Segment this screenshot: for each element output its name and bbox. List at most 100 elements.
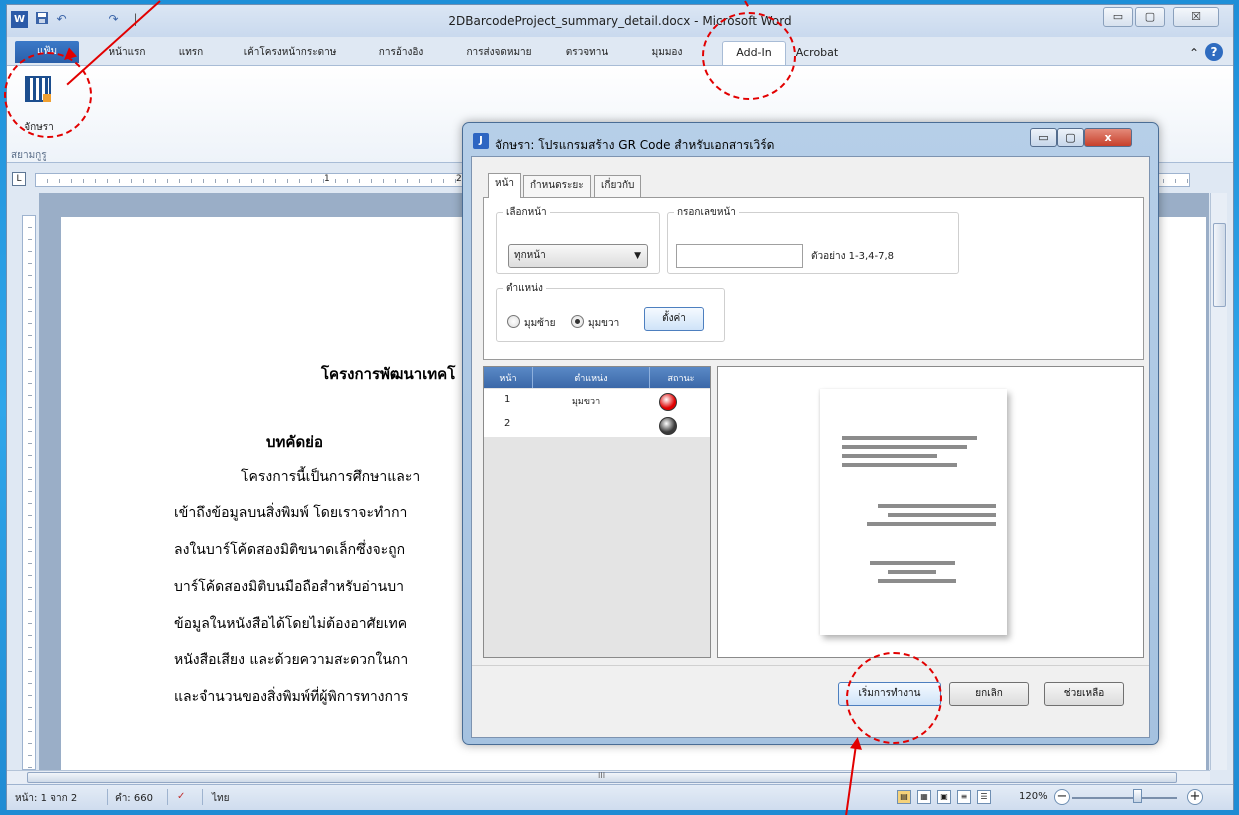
- zoom-slider-track[interactable]: [1072, 797, 1177, 799]
- scroll-grip: III: [598, 771, 606, 780]
- set-value-button[interactable]: ตั้งค่า: [644, 307, 704, 331]
- page-preview-panel: [717, 366, 1144, 658]
- position-group: ตำแหน่ง มุมซ้าย มุมขวา ตั้งค่า: [496, 281, 725, 342]
- preview-text-line: [888, 570, 936, 574]
- tab-insert[interactable]: แทรก: [169, 42, 213, 64]
- ribbon-tabs: แฟ้ม หน้าแรก แทรก เค้าโครงหน้ากระดาษ การ…: [7, 37, 1233, 65]
- ruler-mark-1: 1: [324, 174, 330, 184]
- help-button[interactable]: ช่วยเหลือ: [1044, 682, 1124, 706]
- grid-header-page: หน้า: [499, 374, 517, 384]
- row-page: 2: [504, 418, 511, 429]
- grid-header-status: สถานะ: [667, 374, 695, 384]
- tab-range[interactable]: กำหนดระยะ: [523, 175, 591, 197]
- document-line: หนังสือเสียง และด้วยความสะดวกในกา: [174, 652, 409, 668]
- annotation-arrow-head: [850, 736, 864, 750]
- annotation-circle-addin-tab: [702, 12, 796, 100]
- tab-references[interactable]: การอ้างอิง: [363, 42, 439, 64]
- abstract-title: บทคัดย่อ: [266, 433, 323, 451]
- dialog-button-bar: เริ่มการทำงาน ยกเลิก ช่วยเหลือ: [472, 665, 1149, 737]
- horizontal-scrollbar[interactable]: III: [7, 770, 1210, 784]
- word-count[interactable]: คำ: 660: [115, 791, 153, 806]
- dialog-app-icon: J: [473, 133, 489, 149]
- document-line: ลงในบาร์โค้ดสองมิติขนาดเล็กซึ่งจะถูก: [174, 542, 406, 558]
- ribbon-group-label: สยามกูรู: [11, 150, 47, 161]
- preview-page: [820, 389, 1007, 635]
- radio-left-corner[interactable]: [507, 315, 520, 328]
- outline-view-icon[interactable]: ≡: [957, 790, 971, 804]
- document-line: บาร์โค้ดสองมิติบนมือถือสำหรับอ่านบา: [174, 579, 404, 595]
- preview-text-line: [870, 561, 955, 565]
- page-number-group: กรอกเลขหน้า ตัวอย่าง 1-3,4-7,8: [667, 205, 959, 274]
- tab-acrobat[interactable]: Acrobat: [789, 42, 845, 64]
- preview-text-line: [842, 445, 967, 449]
- zoom-slider-thumb[interactable]: [1133, 789, 1143, 803]
- dialog-body: หน้า กำหนดระยะ เกี่ยวกับ เลือกหน้า ทุกหน…: [471, 156, 1150, 738]
- page-tab-panel: เลือกหน้า ทุกหน้า ▼ กรอกเลขหน้า ตัวอย่าง…: [483, 197, 1144, 360]
- tab-page[interactable]: หน้า: [488, 173, 522, 198]
- annotation-circle-ribbon: [4, 52, 92, 138]
- zoom-in-button[interactable]: +: [1187, 789, 1203, 805]
- page-number-example: ตัวอย่าง 1-3,4-7,8: [811, 251, 895, 262]
- window-maximize-button[interactable]: ▢: [1135, 7, 1165, 27]
- ribbon-collapse-icon[interactable]: ⌃: [1187, 42, 1201, 64]
- select-page-group: เลือกหน้า ทุกหน้า ▼: [496, 205, 660, 274]
- preview-text-line: [842, 463, 957, 467]
- status-separator: [167, 789, 168, 805]
- radio-right-label: มุมขวา: [588, 318, 620, 329]
- row-position: มุมขวา: [572, 397, 601, 407]
- vertical-scrollbar[interactable]: [1210, 193, 1227, 770]
- tab-selector[interactable]: L: [12, 172, 26, 186]
- print-layout-view-icon[interactable]: ▤: [897, 790, 911, 804]
- tab-review[interactable]: ตรวจทาน: [555, 42, 619, 64]
- status-separator: [107, 789, 108, 805]
- zoom-out-button[interactable]: −: [1054, 789, 1070, 805]
- page-number-input[interactable]: [676, 244, 803, 268]
- dialog-minimize-button[interactable]: ▭: [1030, 128, 1057, 147]
- dialog-title: จักษรา: โปรแกรมสร้าง GR Code สำหรับเอกสา…: [495, 138, 775, 152]
- spelling-check-icon[interactable]: ✓: [177, 791, 185, 802]
- language[interactable]: ไทย: [212, 791, 229, 806]
- table-row[interactable]: 2: [484, 413, 710, 437]
- zoom-level[interactable]: 120%: [1019, 791, 1048, 802]
- tab-view[interactable]: มุมมอง: [635, 42, 699, 64]
- vertical-ruler[interactable]: [22, 215, 36, 770]
- status-indicator-icon: [659, 417, 677, 435]
- web-layout-view-icon[interactable]: ▣: [937, 790, 951, 804]
- document-heading: โครงการพัฒนาเทคโ: [321, 365, 456, 383]
- horizontal-scroll-thumb[interactable]: III: [27, 771, 1177, 783]
- page-count[interactable]: หน้า: 1 จาก 2: [15, 791, 77, 806]
- window-minimize-button[interactable]: ▭: [1103, 7, 1133, 27]
- page-select-dropdown[interactable]: ทุกหน้า ▼: [508, 244, 648, 268]
- grid-header: หน้า ตำแหน่ง สถานะ: [484, 367, 710, 388]
- chevron-down-icon: ▼: [634, 251, 641, 261]
- annotation-circle-start-button: [846, 652, 942, 744]
- draft-view-icon[interactable]: ☰: [977, 790, 991, 804]
- dialog-maximize-button[interactable]: ▢: [1057, 128, 1084, 147]
- ruler-mark-2: 2: [456, 174, 462, 184]
- cancel-button[interactable]: ยกเลิก: [949, 682, 1029, 706]
- radio-right-corner[interactable]: [571, 315, 584, 328]
- page-select-value: ทุกหน้า: [514, 250, 546, 261]
- grid-header-position: ตำแหน่ง: [574, 374, 608, 384]
- dialog-close-button[interactable]: x: [1084, 128, 1132, 147]
- page-number-legend: กรอกเลขหน้า: [674, 205, 739, 220]
- preview-text-line: [888, 513, 996, 517]
- window-title: 2DBarcodeProject_summary_detail.docx - M…: [448, 14, 792, 28]
- table-row[interactable]: 1 มุมขวา: [484, 389, 710, 413]
- vertical-scroll-thumb[interactable]: [1213, 223, 1226, 307]
- preview-text-line: [867, 522, 996, 526]
- status-bar: หน้า: 1 จาก 2 คำ: 660 ✓ ไทย ▤ ▦ ▣ ≡ ☰ 12…: [7, 784, 1233, 810]
- row-page: 1: [504, 394, 511, 405]
- position-legend: ตำแหน่ง: [503, 281, 546, 296]
- preview-text-line: [842, 436, 977, 440]
- radio-left-label: มุมซ้าย: [524, 318, 556, 329]
- help-icon[interactable]: ?: [1205, 43, 1223, 61]
- window-close-button[interactable]: ☒: [1173, 7, 1219, 27]
- tab-page-layout[interactable]: เค้าโครงหน้ากระดาษ: [225, 42, 355, 64]
- tab-home[interactable]: หน้าแรก: [97, 42, 157, 64]
- full-screen-view-icon[interactable]: ▦: [917, 790, 931, 804]
- tab-about[interactable]: เกี่ยวกับ: [594, 175, 642, 197]
- preview-text-line: [878, 579, 956, 583]
- jaksra-dialog: J จักษรา: โปรแกรมสร้าง GR Code สำหรับเอก…: [462, 122, 1159, 745]
- tab-mailings[interactable]: การส่งจดหมาย: [453, 42, 545, 64]
